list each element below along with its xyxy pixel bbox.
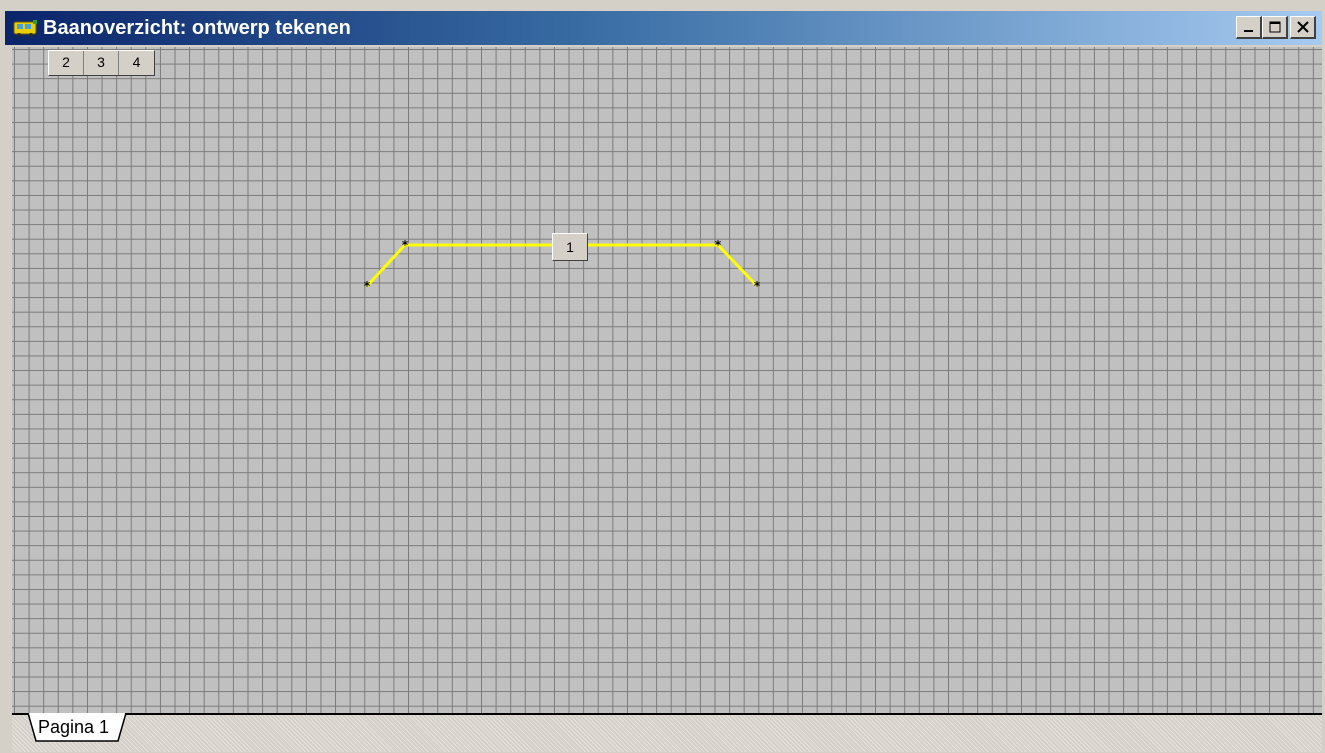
close-icon xyxy=(1296,21,1309,33)
maximize-icon xyxy=(1269,21,1280,33)
sheet-tab-bar: Pagina 1 xyxy=(12,713,1322,752)
track-node[interactable]: * xyxy=(362,280,372,292)
track-node[interactable]: * xyxy=(400,239,410,251)
app-window: Baanoverzicht: ontwerp tekenen 2 3 4 * *… xyxy=(0,0,1325,753)
drawing-canvas[interactable]: 2 3 4 * * * * 1 xyxy=(12,47,1322,713)
minimize-icon xyxy=(1243,30,1253,32)
maximize-button[interactable] xyxy=(1262,16,1288,39)
title-bar[interactable]: Baanoverzicht: ontwerp tekenen xyxy=(5,11,1322,45)
sheet-tab-label: Pagina 1 xyxy=(38,717,110,737)
track-layout xyxy=(365,243,759,288)
close-button[interactable] xyxy=(1290,16,1316,39)
train-icon xyxy=(13,20,37,37)
track-node[interactable]: * xyxy=(713,239,723,251)
sheet-tab-pagina-1[interactable]: Pagina 1 xyxy=(26,713,130,743)
window-title: Baanoverzicht: ontwerp tekenen xyxy=(43,17,351,39)
block-label[interactable]: 1 xyxy=(552,233,588,261)
minimize-button[interactable] xyxy=(1236,16,1262,39)
track-node[interactable]: * xyxy=(752,280,762,292)
